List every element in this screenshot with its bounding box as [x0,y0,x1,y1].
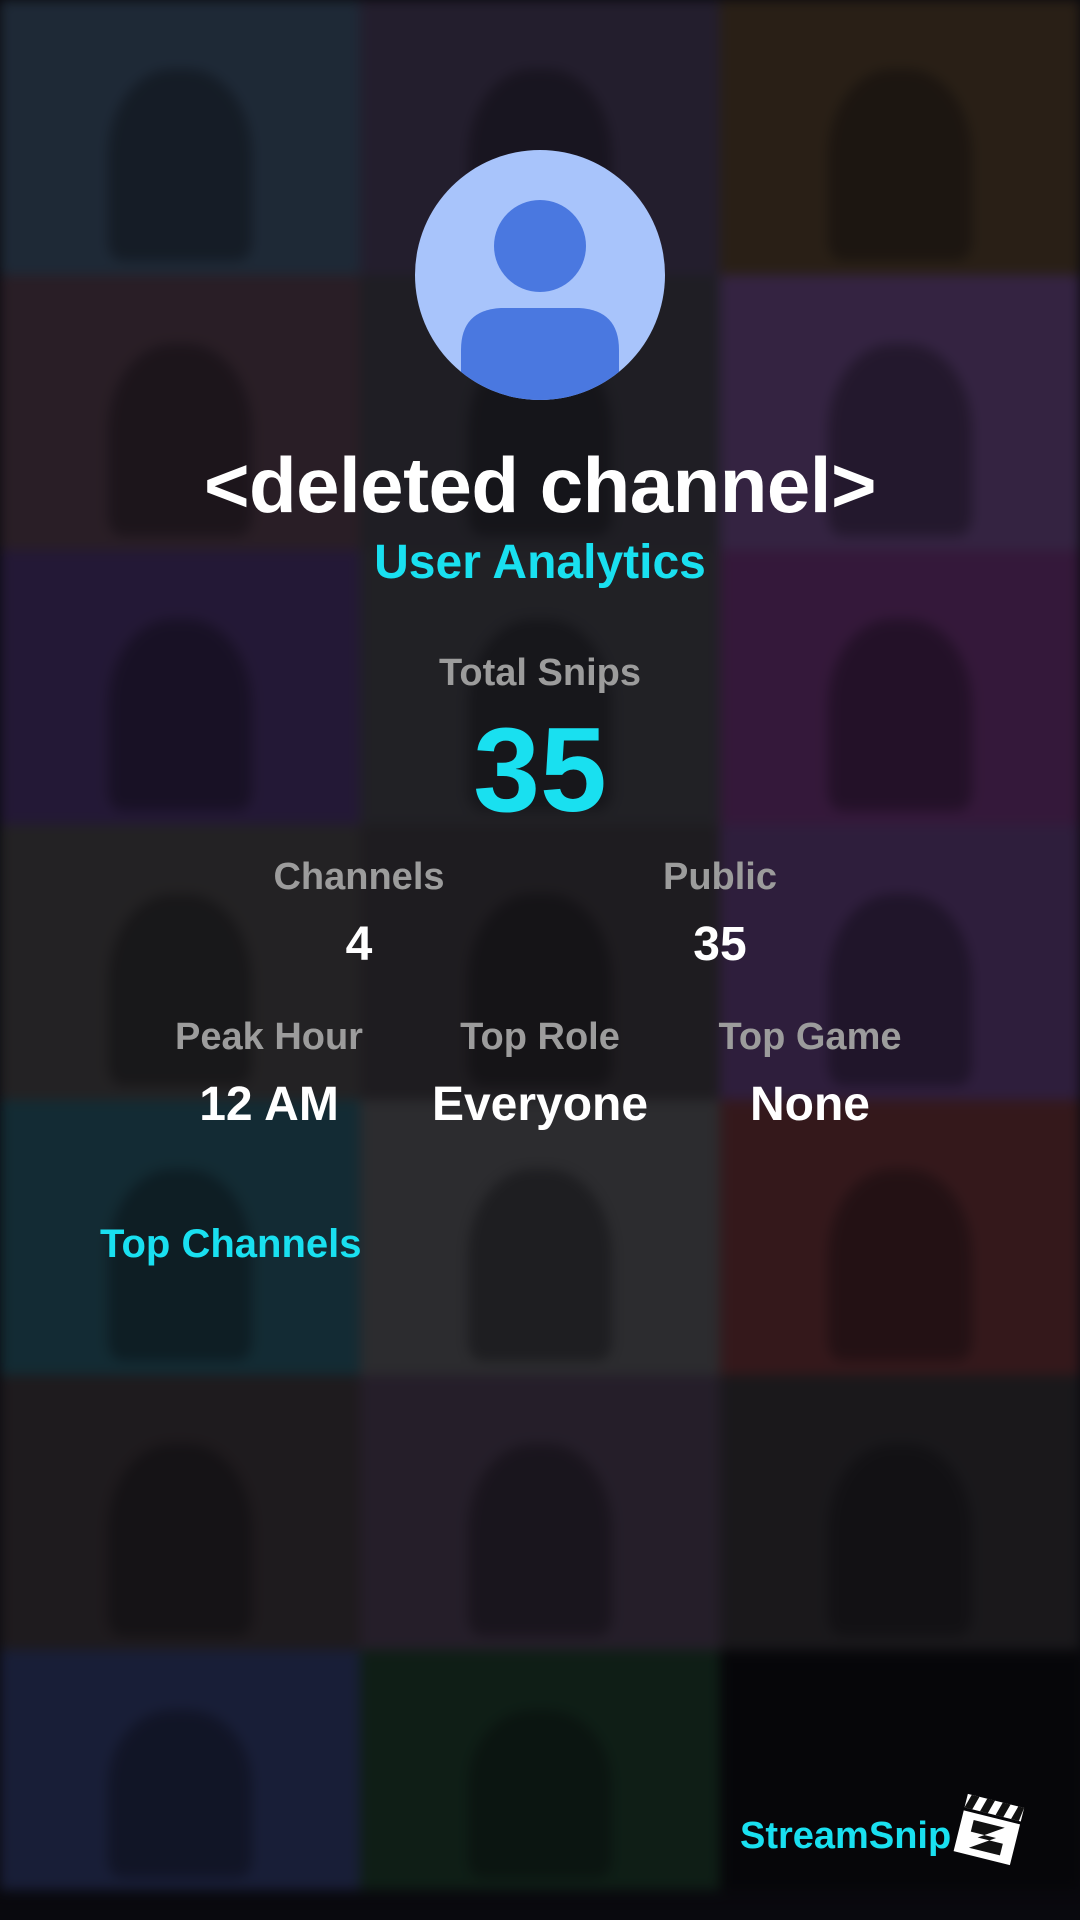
stat-label: Top Game [718,1016,902,1058]
channel-name: <deleted channel> [203,441,877,529]
clapperboard-icon [953,1793,1025,1866]
stat-channels: Channels 4 [219,856,499,972]
default-user-icon [461,200,619,400]
stat-peak-hour: Peak Hour 12 AM [129,1016,409,1132]
stat-public: Public 35 [580,856,860,972]
stat-value: Everyone [431,1078,649,1131]
stat-value: None [750,1078,870,1131]
top-channels-heading: Top Channels [100,1222,362,1266]
stat-label: Top Role [460,1016,620,1058]
stat-label: Public [662,856,778,898]
total-snips-value: 35 [473,703,607,837]
page-subtitle: User Analytics [374,536,706,589]
brand-name: StreamSnip [740,1815,952,1857]
stat-value: 4 [345,918,373,971]
stat-value: 35 [693,918,747,971]
avatar [415,150,665,400]
stat-label: Peak Hour [175,1016,363,1058]
stat-value: 12 AM [199,1078,339,1131]
total-snips-label: Total Snips [439,652,641,694]
stat-label: Channels [273,856,445,898]
stat-top-role: Top Role Everyone [400,1016,680,1132]
stat-top-game: Top Game None [670,1016,950,1132]
